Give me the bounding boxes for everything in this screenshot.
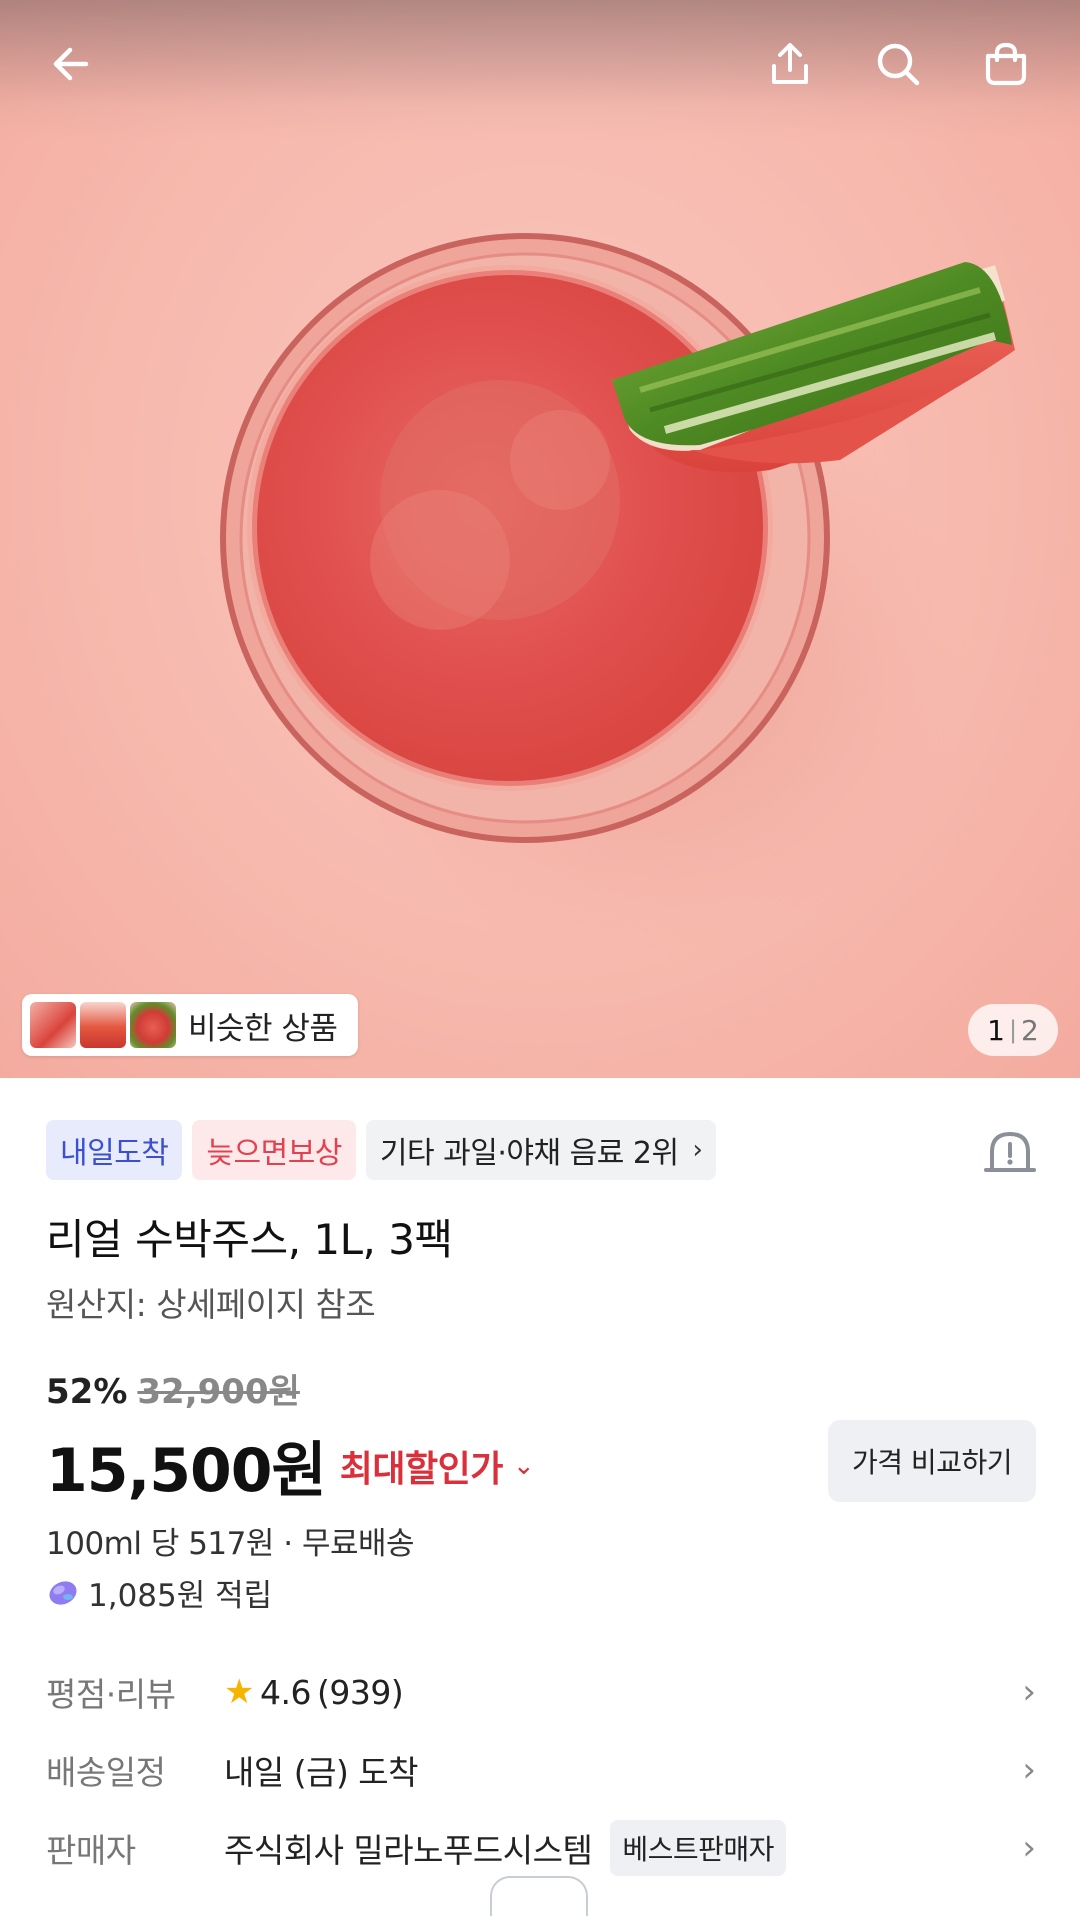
seller-key: 판매자 (46, 1831, 136, 1870)
similar-thumb-3 (130, 1002, 176, 1048)
rating-review-value: ★ 4.6 (939) (224, 1672, 404, 1712)
watermelon-juice-photo (220, 233, 1015, 960)
pager-total: 2 (1021, 1013, 1039, 1047)
reward-points-label: 1,085원 적립 (88, 1578, 273, 1614)
delivery-schedule-key: 배송일정 (46, 1753, 166, 1792)
similar-thumb-1 (30, 1002, 76, 1048)
seller-name: 주식회사 밀라노푸드시스템 (224, 1831, 593, 1870)
price-compare-button[interactable]: 가격 비교하기 (828, 1420, 1036, 1502)
pager-separator: | (1008, 1016, 1018, 1044)
search-icon (877, 43, 920, 86)
image-pager: 1 | 2 (968, 1004, 1058, 1056)
sale-price: 15,500원 (46, 1436, 327, 1506)
badge-label: 내일도착 (60, 1136, 169, 1171)
rating-review-row[interactable]: 평점·리뷰 ★ 4.6 (939) › (46, 1662, 1036, 1722)
price-row: 15,500원 최대할인가 ⌄ (46, 1422, 535, 1509)
shopping-bag-icon (985, 42, 1027, 86)
rating-review-key: 평점·리뷰 (46, 1675, 176, 1714)
delivery-schedule-value: 내일 (금) 도착 (224, 1753, 419, 1792)
arrow-left-icon (53, 47, 89, 81)
similar-products-label: 비슷한 상품 (188, 1010, 338, 1047)
product-title: 리얼 수박주스, 1L, 3팩 (46, 1215, 453, 1264)
delivery-schedule-row[interactable]: 배송일정 내일 (금) 도착 › (46, 1740, 1036, 1800)
max-discount-toggle[interactable]: 최대할인가 (340, 1440, 504, 1492)
badge-label: 늦으면보상 (206, 1136, 342, 1171)
bottom-sheet-handle[interactable] (490, 1876, 588, 1916)
chevron-right-icon: › (692, 1135, 703, 1165)
reward-points: 1,085원 적립 (46, 1570, 272, 1615)
badge-row: 내일도착 늦으면보상 기타 과일·야채 음료 2위 › (46, 1120, 717, 1180)
back-button[interactable] (36, 28, 108, 100)
share-upload-icon (772, 43, 808, 84)
original-price: 32,900원 (137, 1372, 300, 1412)
search-button[interactable] (862, 28, 934, 100)
cart-button[interactable] (970, 28, 1042, 100)
pager-current: 1 (987, 1013, 1005, 1047)
discount-percent: 52% (46, 1372, 128, 1412)
reward-coin-icon (49, 1580, 77, 1605)
unit-price-shipping: 100ml 당 517원 · 무료배송 (46, 1526, 415, 1562)
chevron-right-icon: › (1022, 1750, 1036, 1790)
discount-row: 52% 32,900원 (46, 1364, 300, 1413)
star-icon: ★ (224, 1672, 254, 1712)
badge-late-compensation: 늦으면보상 (192, 1120, 356, 1180)
best-seller-badge: 베스트판매자 (610, 1820, 786, 1876)
similar-thumb-2 (80, 1002, 126, 1048)
rating-score: 4.6 (259, 1672, 311, 1712)
badge-category-ranking[interactable]: 기타 과일·야채 음료 2위 › (365, 1120, 717, 1180)
review-count: (939) (316, 1672, 404, 1712)
seller-value: 주식회사 밀라노푸드시스템 베스트판매자 (224, 1820, 786, 1876)
chevron-right-icon: › (1022, 1672, 1036, 1712)
report-siren-icon[interactable] (980, 1124, 1040, 1180)
share-button[interactable] (754, 28, 826, 100)
badge-tomorrow-delivery: 내일도착 (46, 1120, 183, 1180)
product-image[interactable]: 비슷한 상품 1 | 2 (0, 0, 1080, 1078)
chevron-down-icon[interactable]: ⌄ (513, 1451, 535, 1481)
seller-row[interactable]: 판매자 주식회사 밀라노푸드시스템 베스트판매자 › (46, 1818, 1036, 1878)
badge-label: 기타 과일·야채 음료 2위 (379, 1136, 679, 1171)
product-origin: 원산지: 상세페이지 참조 (46, 1285, 376, 1324)
chevron-right-icon: › (1022, 1828, 1036, 1868)
similar-products-button[interactable]: 비슷한 상품 (22, 994, 358, 1056)
